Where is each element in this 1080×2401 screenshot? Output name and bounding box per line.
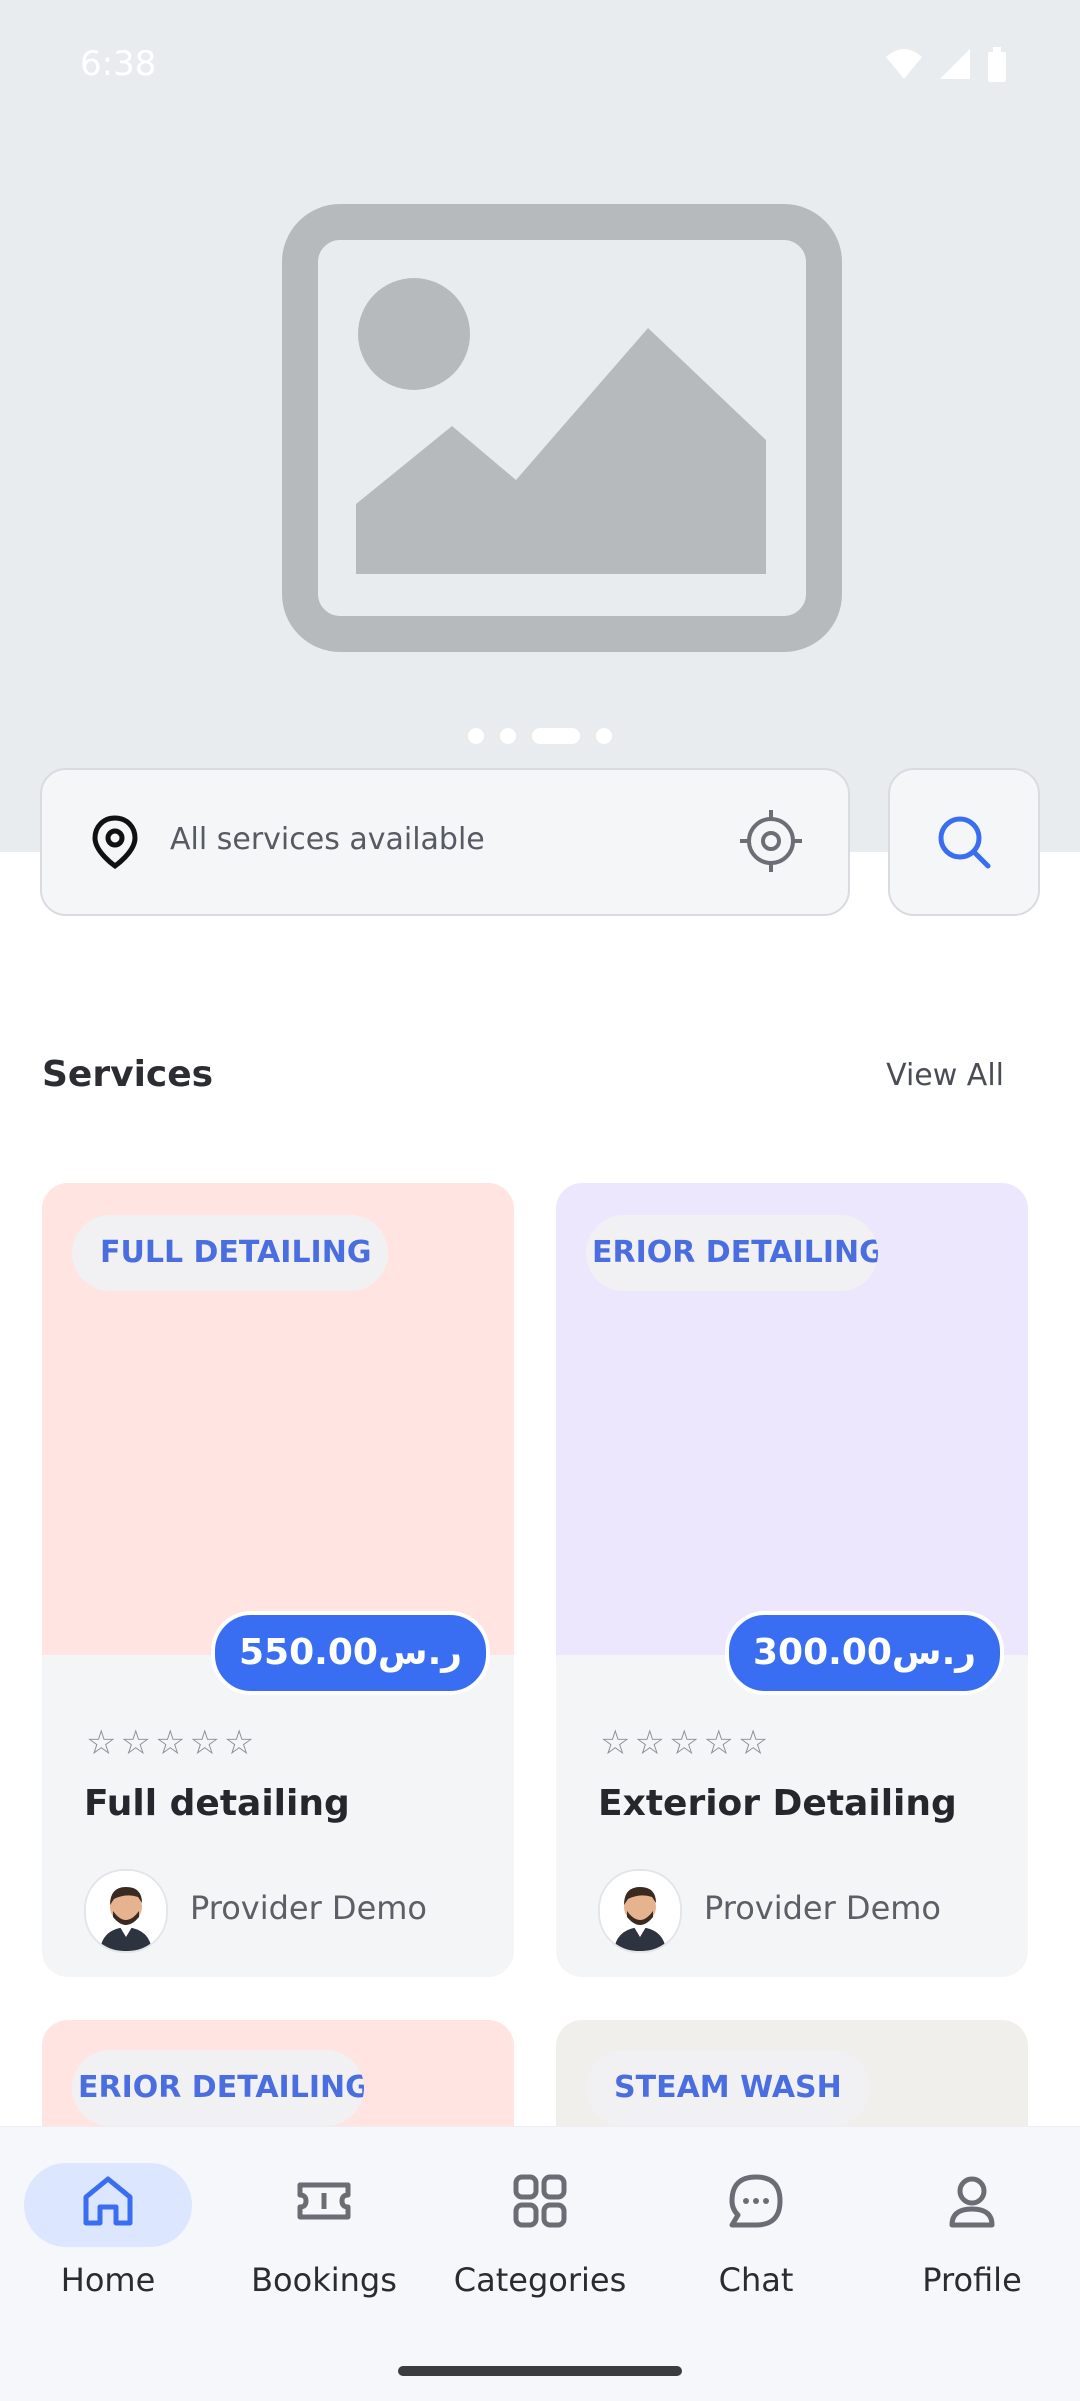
carousel-dot[interactable]: [468, 728, 484, 744]
nav-item-profile[interactable]: Profile: [864, 2127, 1080, 2327]
view-all-link[interactable]: View All: [886, 1058, 1004, 1093]
provider-name: Provider Demo: [704, 1889, 941, 1927]
search-button[interactable]: [888, 768, 1040, 916]
grid-icon: [513, 2174, 567, 2228]
service-card[interactable]: ERIOR DETAILING: [42, 2020, 514, 2126]
crosshair-icon[interactable]: [738, 808, 804, 874]
category-tag: ERIOR DETAILING: [586, 1215, 878, 1291]
category-tag: STEAM WASH: [586, 2050, 870, 2126]
rating-stars: ☆☆☆☆☆: [600, 1724, 773, 1762]
service-card[interactable]: FULL DETAILING 550.00ر.س ☆☆☆☆☆ Full deta…: [42, 1183, 514, 1977]
carousel-dot[interactable]: [596, 728, 612, 744]
status-time: 6:38: [80, 44, 157, 84]
home-icon: [83, 2176, 133, 2226]
chat-bubble-icon: [729, 2174, 783, 2228]
nav-item-bookings[interactable]: Bookings: [216, 2127, 432, 2327]
carousel-dot-active[interactable]: [532, 728, 580, 744]
category-tag: ERIOR DETAILING: [72, 2050, 364, 2126]
nav-item-chat[interactable]: Chat: [648, 2127, 864, 2327]
user-icon: [949, 2176, 995, 2228]
nav-label: Profile: [922, 2261, 1022, 2299]
image-placeholder-icon: [282, 204, 842, 652]
battery-icon: [988, 47, 1006, 82]
ticket-icon: [297, 2182, 351, 2220]
service-title: Full detailing: [84, 1783, 350, 1824]
nav-item-home[interactable]: Home: [0, 2127, 216, 2327]
avatar: [598, 1869, 682, 1953]
search-placeholder: All services available: [170, 822, 485, 857]
nav-label: Categories: [453, 2261, 627, 2299]
service-card[interactable]: ERIOR DETAILING 300.00ر.س ☆☆☆☆☆ Exterior…: [556, 1183, 1028, 1977]
category-tag: FULL DETAILING: [72, 1215, 388, 1291]
nav-item-categories[interactable]: Categories: [432, 2127, 648, 2327]
carousel-dot[interactable]: [500, 728, 516, 744]
avatar: [84, 1869, 168, 1953]
hero-banner[interactable]: 6:38: [0, 0, 1080, 852]
section-title: Services: [42, 1054, 214, 1095]
location-search-field[interactable]: All services available: [40, 768, 850, 916]
status-icons: [884, 46, 1008, 82]
location-pin-icon: [92, 815, 138, 870]
service-title: Exterior Detailing: [598, 1783, 957, 1824]
nav-label: Chat: [718, 2261, 794, 2299]
carousel-indicator: [0, 728, 1080, 744]
provider-avatar-icon: [600, 1871, 680, 1951]
nav-label: Home: [60, 2261, 156, 2299]
search-icon: [938, 816, 991, 869]
wifi-icon: [886, 49, 922, 79]
provider-avatar-icon: [86, 1871, 166, 1951]
signal-icon: [940, 49, 970, 79]
provider-name: Provider Demo: [190, 1889, 427, 1927]
nav-label: Bookings: [251, 2261, 397, 2299]
price-badge: 300.00ر.س: [725, 1611, 1004, 1695]
home-indicator[interactable]: [398, 2366, 682, 2376]
service-card[interactable]: STEAM WASH: [556, 2020, 1028, 2126]
bottom-navigation: Home Bookings Categories Chat Profile: [0, 2126, 1080, 2401]
rating-stars: ☆☆☆☆☆: [86, 1724, 259, 1762]
price-badge: 550.00ر.س: [211, 1611, 490, 1695]
